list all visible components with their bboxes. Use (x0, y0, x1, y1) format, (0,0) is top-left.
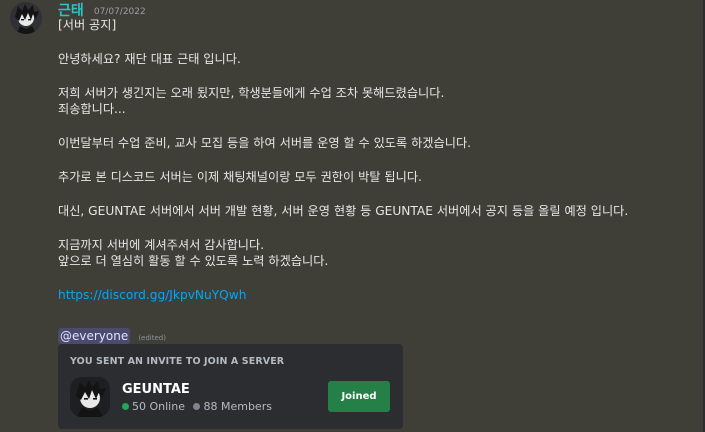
message-line: 안녕하세요? 재단 대표 근태 입니다. (58, 52, 241, 66)
online-count: 50 Online (132, 400, 185, 413)
user-avatar-icon[interactable] (10, 2, 42, 34)
message-line: 저희 서버가 생긴지는 오래 됬지만, 학생분들에게 수업 조차 못해드렸습니다… (58, 86, 445, 100)
online-dot-icon (122, 403, 129, 410)
message-line: 앞으로 더 열심히 활동 할 수 있도록 노력 하겠습니다. (58, 254, 329, 268)
message-line: 죄송합니다... (58, 102, 126, 116)
message-line: 대신, GEUNTAE 서버에서 서버 개발 현황, 서버 운영 현황 등 GE… (58, 204, 629, 218)
message-content: [서버 공지] 안녕하세요? 재단 대표 근태 입니다. 저희 서버가 생긴지는… (58, 17, 698, 303)
invite-heading: YOU SENT AN INVITE TO JOIN A SERVER (70, 356, 285, 367)
invite-link[interactable]: https://discord.gg/JkpvNuYQwh (58, 288, 246, 302)
server-stats: 50 Online 88 Members (122, 400, 272, 413)
chat-view: 근태 07/07/2022 [서버 공지] 안녕하세요? 재단 대표 근태 입니… (0, 0, 705, 432)
server-name[interactable]: GEUNTAE (122, 382, 190, 397)
joined-button[interactable]: Joined (328, 381, 390, 412)
server-icon[interactable] (70, 377, 110, 417)
mention-row: @everyone (edited) (58, 325, 166, 344)
message-line: 지금까지 서버에 계셔주셔서 감사합니다. (58, 238, 265, 252)
message-line: 추가로 본 디스코드 서버는 이제 채팅채널이랑 모두 권한이 박탈 됩니다. (58, 170, 422, 184)
everyone-mention[interactable]: @everyone (58, 328, 131, 344)
message-line: [서버 공지] (58, 18, 117, 32)
message-line: 이번달부터 수업 준비, 교사 모집 등을 하여 서버를 운영 할 수 있도록 … (58, 136, 472, 150)
message-timestamp: 07/07/2022 (93, 7, 146, 17)
server-invite-card: YOU SENT AN INVITE TO JOIN A SERVER GEUN… (58, 344, 403, 429)
edited-label: (edited) (138, 334, 166, 342)
members-dot-icon (193, 403, 201, 410)
member-count: 88 Members (203, 400, 272, 413)
